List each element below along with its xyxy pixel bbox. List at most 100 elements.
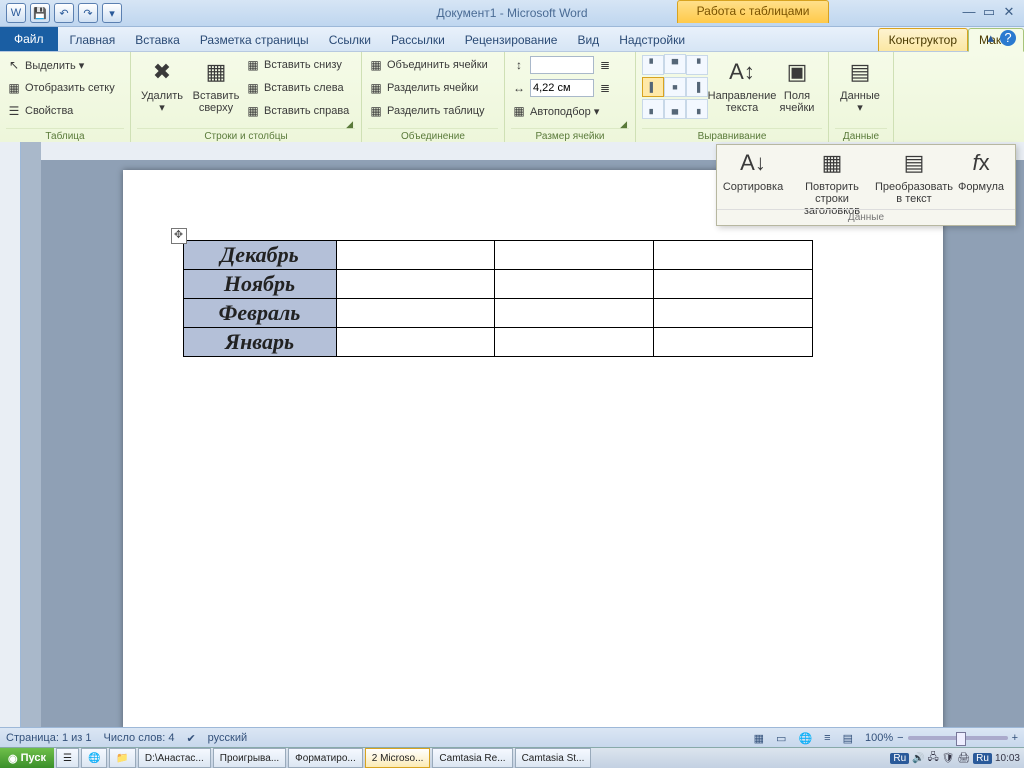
zoom-level[interactable]: 100% xyxy=(865,732,893,744)
merge-cells-button[interactable]: ▦Объединить ячейки xyxy=(368,54,488,76)
align-mr[interactable]: ▐ xyxy=(686,77,708,97)
insert-below-button[interactable]: ▦Вставить снизу xyxy=(245,54,349,76)
save-icon[interactable]: 💾 xyxy=(30,3,50,23)
autofit-button[interactable]: ▦Автоподбор ▾ xyxy=(511,100,613,122)
status-page[interactable]: Страница: 1 из 1 xyxy=(6,732,92,744)
tray-clock[interactable]: 10:03 xyxy=(995,753,1020,764)
zoom-out-button[interactable]: − xyxy=(897,732,903,744)
table-cell[interactable] xyxy=(653,299,812,328)
tray-language[interactable]: Ru xyxy=(890,753,909,764)
align-ml[interactable]: ▌ xyxy=(642,77,664,97)
view-outline-icon[interactable]: ≡ xyxy=(824,732,830,744)
taskbar-app-button[interactable]: 2 Microso... xyxy=(365,748,431,768)
tab-page-layout[interactable]: Разметка страницы xyxy=(190,29,319,51)
table-cell[interactable] xyxy=(495,270,654,299)
tab-insert[interactable]: Вставка xyxy=(125,29,190,51)
tab-review[interactable]: Рецензирование xyxy=(455,29,568,51)
taskbar-app-button[interactable]: Форматиро... xyxy=(288,748,363,768)
undo-icon[interactable]: ↶ xyxy=(54,3,74,23)
zoom-thumb[interactable] xyxy=(956,732,966,746)
taskbar-app-button[interactable]: Проигрыва... xyxy=(213,748,286,768)
table-cell[interactable] xyxy=(495,328,654,357)
table-cell[interactable] xyxy=(653,328,812,357)
status-language[interactable]: русский xyxy=(208,732,247,744)
tab-home[interactable]: Главная xyxy=(60,29,126,51)
data-dropdown-button[interactable]: ▤Данные▾ xyxy=(835,54,885,114)
delete-button[interactable]: ✖ Удалить▾ xyxy=(137,54,187,114)
dialog-launcher-icon[interactable]: ◢ xyxy=(346,119,353,130)
row-height-field[interactable]: ↕≣ xyxy=(511,54,613,76)
word-app-icon[interactable]: W xyxy=(6,3,26,23)
table-cell[interactable] xyxy=(336,328,495,357)
qat-more-icon[interactable]: ▾ xyxy=(102,3,122,23)
table-cell[interactable] xyxy=(336,299,495,328)
table-cell[interactable]: Январь xyxy=(183,328,336,357)
cell-margins-button[interactable]: ▣Поля ячейки xyxy=(776,54,818,114)
table-cell[interactable] xyxy=(336,270,495,299)
align-mc[interactable]: ■ xyxy=(664,77,686,97)
properties-button[interactable]: ☰Свойства xyxy=(6,100,115,122)
split-table-button[interactable]: ▦Разделить таблицу xyxy=(368,100,488,122)
align-br[interactable]: ▗ xyxy=(686,99,708,119)
status-word-count[interactable]: Число слов: 4 xyxy=(104,732,175,744)
tray-icon[interactable]: 🛡 xyxy=(942,753,955,764)
tab-view[interactable]: Вид xyxy=(567,29,609,51)
quicklaunch-icon[interactable]: 📁 xyxy=(109,748,135,768)
distribute-cols-icon[interactable]: ≣ xyxy=(597,80,613,96)
tab-mailings[interactable]: Рассылки xyxy=(381,29,455,51)
insert-right-button[interactable]: ▦Вставить справа xyxy=(245,100,349,122)
align-tl[interactable]: ▘ xyxy=(642,55,664,75)
tray-icon[interactable]: 🔊 xyxy=(912,753,924,764)
quicklaunch-icon[interactable]: ☰ xyxy=(56,748,79,768)
col-width-input[interactable] xyxy=(530,79,594,97)
select-button[interactable]: ↖Выделить ▾ xyxy=(6,54,115,76)
col-width-field[interactable]: ↔≣ xyxy=(511,77,613,99)
tray-icon[interactable]: 🖧 xyxy=(928,750,939,767)
help-icon[interactable]: ? xyxy=(1000,30,1016,46)
ribbon-minimize-icon[interactable]: ▴ xyxy=(987,30,994,46)
distribute-rows-icon[interactable]: ≣ xyxy=(597,57,613,73)
vertical-ruler[interactable] xyxy=(0,142,21,728)
document-table[interactable]: Декабрь Ноябрь Февраль Январь xyxy=(183,240,813,357)
taskbar-app-button[interactable]: Camtasia St... xyxy=(515,748,592,768)
table-cell[interactable] xyxy=(653,241,812,270)
table-cell[interactable] xyxy=(653,270,812,299)
page-scroll-area[interactable]: ✥ Декабрь Ноябрь Февраль Январь xyxy=(41,160,1024,728)
split-cells-button[interactable]: ▦Разделить ячейки xyxy=(368,77,488,99)
align-tr[interactable]: ▝ xyxy=(686,55,708,75)
view-reading-icon[interactable]: ▭ xyxy=(776,732,786,745)
status-proofing-icon[interactable]: ✔ xyxy=(186,732,195,745)
dialog-launcher-icon[interactable]: ◢ xyxy=(620,119,627,130)
table-cell[interactable]: Ноябрь xyxy=(183,270,336,299)
taskbar-app-button[interactable]: D:\Анастас... xyxy=(138,748,211,768)
redo-icon[interactable]: ↷ xyxy=(78,3,98,23)
zoom-slider[interactable] xyxy=(908,736,1008,740)
quicklaunch-icon[interactable]: 🌐 xyxy=(81,748,107,768)
tab-file[interactable]: Файл xyxy=(0,27,58,51)
table-cell[interactable] xyxy=(495,241,654,270)
table-cell[interactable] xyxy=(495,299,654,328)
tray-icon[interactable]: 🖨 xyxy=(957,753,970,764)
insert-left-button[interactable]: ▦Вставить слева xyxy=(245,77,349,99)
tab-table-design[interactable]: Конструктор xyxy=(878,28,968,51)
insert-above-button[interactable]: ▦ Вставить сверху xyxy=(191,54,241,114)
view-web-icon[interactable]: 🌐 xyxy=(798,732,812,745)
view-print-layout-icon[interactable]: ▦ xyxy=(754,732,764,745)
view-gridlines-button[interactable]: ▦Отобразить сетку xyxy=(6,77,115,99)
align-bc[interactable]: ▄ xyxy=(664,99,686,119)
minimize-button[interactable]: — xyxy=(960,4,978,20)
text-direction-button[interactable]: A↕Направление текста xyxy=(712,54,772,114)
table-cell[interactable]: Декабрь xyxy=(183,241,336,270)
view-draft-icon[interactable]: ▤ xyxy=(843,732,853,745)
document-page[interactable]: ✥ Декабрь Ноябрь Февраль Январь xyxy=(123,170,943,728)
start-button[interactable]: ◉ Пуск xyxy=(0,748,54,768)
table-move-handle[interactable]: ✥ xyxy=(171,228,187,244)
maximize-button[interactable]: ▭ xyxy=(980,4,998,20)
close-button[interactable]: ✕ xyxy=(1000,4,1018,20)
align-tc[interactable]: ▀ xyxy=(664,54,686,74)
taskbar-app-button[interactable]: Camtasia Re... xyxy=(432,748,512,768)
tray-language-2[interactable]: Ru xyxy=(973,753,992,764)
zoom-in-button[interactable]: + xyxy=(1012,732,1018,744)
row-height-input[interactable] xyxy=(530,56,594,74)
tab-addins[interactable]: Надстройки xyxy=(609,29,695,51)
